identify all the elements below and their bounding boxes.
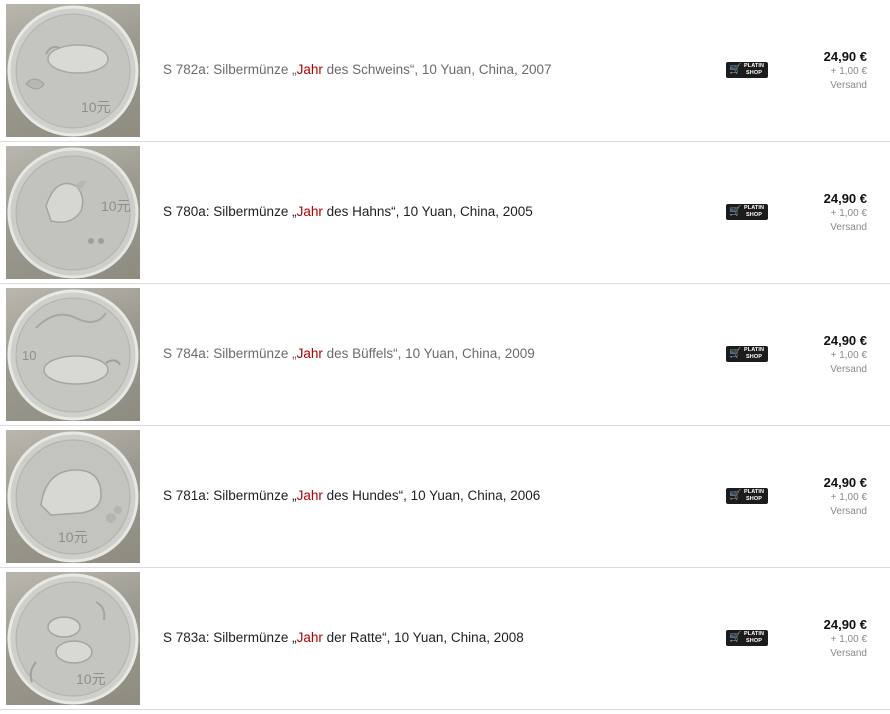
title-prefix: S 783a: Silbermünze „ xyxy=(163,630,297,645)
badge-text: PLATIN SHOP xyxy=(743,489,765,502)
shipping-cost: + 1,00 € xyxy=(830,492,867,503)
rooster-coin-icon: 10元 xyxy=(7,147,139,279)
svg-text:10元: 10元 xyxy=(58,529,88,545)
listing-title[interactable]: S 784a: Silbermünze „Jahr des Büffels“, … xyxy=(163,346,535,362)
coin-thumbnail[interactable]: 10元 xyxy=(6,4,140,137)
coin-thumbnail[interactable]: 10元 xyxy=(6,146,140,279)
listing-title[interactable]: S 780a: Silbermünze „Jahr des Hahns“, 10… xyxy=(163,204,533,220)
title-prefix: S 780a: Silbermünze „ xyxy=(163,204,297,219)
title-highlight: Jahr xyxy=(296,346,323,361)
shipping-cost: + 1,00 € xyxy=(830,66,867,77)
platin-shop-badge[interactable]: 🛒 PLATIN SHOP xyxy=(726,630,768,646)
price-block: 24,90 € + 1,00 € Versand xyxy=(824,333,867,377)
title-prefix: S 784a: Silbermünze „ xyxy=(163,346,297,361)
title-prefix: S 782a: Silbermünze „ xyxy=(163,62,297,77)
ox-coin-icon: 10 xyxy=(7,289,139,421)
list-item: 10元 S 781a: Silbermünze „Jahr des Hundes… xyxy=(0,426,890,568)
price-block: 24,90 € + 1,00 € Versand xyxy=(824,475,867,519)
price-block: 24,90 € + 1,00 € Versand xyxy=(824,617,867,661)
shipping-label: Versand xyxy=(830,506,867,517)
badge-text: PLATIN SHOP xyxy=(743,205,765,218)
platin-shop-badge[interactable]: 🛒 PLATIN SHOP xyxy=(726,62,768,78)
coin-thumbnail[interactable]: 10元 xyxy=(6,572,140,705)
listing-title[interactable]: S 782a: Silbermünze „Jahr des Schweins“,… xyxy=(163,62,552,78)
svg-text:10元: 10元 xyxy=(81,99,111,115)
title-suffix: der Ratte“, 10 Yuan, China, 2008 xyxy=(322,630,524,645)
price-block: 24,90 € + 1,00 € Versand xyxy=(824,49,867,93)
shipping-label: Versand xyxy=(830,364,867,375)
listing-title[interactable]: S 781a: Silbermünze „Jahr des Hundes“, 1… xyxy=(163,488,540,504)
price-amount: 24,90 € xyxy=(823,475,867,490)
list-item: 10元 S 780a: Silbermünze „Jahr des Hahns“… xyxy=(0,142,890,284)
price-block: 24,90 € + 1,00 € Versand xyxy=(824,191,867,235)
shipping-label: Versand xyxy=(830,80,867,91)
svg-text:10元: 10元 xyxy=(101,198,131,214)
shipping-cost: + 1,00 € xyxy=(830,350,867,361)
price-amount: 24,90 € xyxy=(823,49,867,64)
coin-thumbnail[interactable]: 10元 xyxy=(6,430,140,563)
title-highlight: Jahr xyxy=(296,204,323,219)
cart-icon: 🛒 xyxy=(729,348,742,359)
title-highlight: Jahr xyxy=(296,62,323,77)
list-item: 10元 S 783a: Silbermünze „Jahr der Ratte“… xyxy=(0,568,890,710)
list-item: 10元 S 782a: Silbermünze „Jahr des Schwei… xyxy=(0,0,890,142)
shipping-cost: + 1,00 € xyxy=(830,208,867,219)
cart-icon: 🛒 xyxy=(729,490,742,501)
title-suffix: des Hahns“, 10 Yuan, China, 2005 xyxy=(322,204,533,219)
title-highlight: Jahr xyxy=(296,488,323,503)
listing-title[interactable]: S 783a: Silbermünze „Jahr der Ratte“, 10… xyxy=(163,630,524,646)
svg-text:10: 10 xyxy=(22,348,36,363)
badge-text: PLATIN SHOP xyxy=(743,63,765,76)
title-prefix: S 781a: Silbermünze „ xyxy=(163,488,297,503)
badge-text: PLATIN SHOP xyxy=(743,631,765,644)
price-amount: 24,90 € xyxy=(823,333,867,348)
results-list: 10元 S 782a: Silbermünze „Jahr des Schwei… xyxy=(0,0,890,710)
shipping-label: Versand xyxy=(830,648,867,659)
cart-icon: 🛒 xyxy=(729,206,742,217)
pig-coin-icon: 10元 xyxy=(7,5,139,137)
title-suffix: des Büffels“, 10 Yuan, China, 2009 xyxy=(322,346,535,361)
price-amount: 24,90 € xyxy=(823,617,867,632)
dog-coin-icon: 10元 xyxy=(7,431,139,563)
price-amount: 24,90 € xyxy=(823,191,867,206)
title-highlight: Jahr xyxy=(296,630,323,645)
title-suffix: des Hundes“, 10 Yuan, China, 2006 xyxy=(322,488,541,503)
badge-text: PLATIN SHOP xyxy=(743,347,765,360)
platin-shop-badge[interactable]: 🛒 PLATIN SHOP xyxy=(726,346,768,362)
cart-icon: 🛒 xyxy=(729,632,742,643)
title-suffix: des Schweins“, 10 Yuan, China, 2007 xyxy=(322,62,552,77)
platin-shop-badge[interactable]: 🛒 PLATIN SHOP xyxy=(726,204,768,220)
shipping-label: Versand xyxy=(830,222,867,233)
shipping-cost: + 1,00 € xyxy=(830,634,867,645)
rat-coin-icon: 10元 xyxy=(7,573,139,705)
coin-thumbnail[interactable]: 10 xyxy=(6,288,140,421)
svg-text:10元: 10元 xyxy=(76,671,106,687)
platin-shop-badge[interactable]: 🛒 PLATIN SHOP xyxy=(726,488,768,504)
cart-icon: 🛒 xyxy=(729,64,742,75)
list-item: 10 S 784a: Silbermünze „Jahr des Büffels… xyxy=(0,284,890,426)
